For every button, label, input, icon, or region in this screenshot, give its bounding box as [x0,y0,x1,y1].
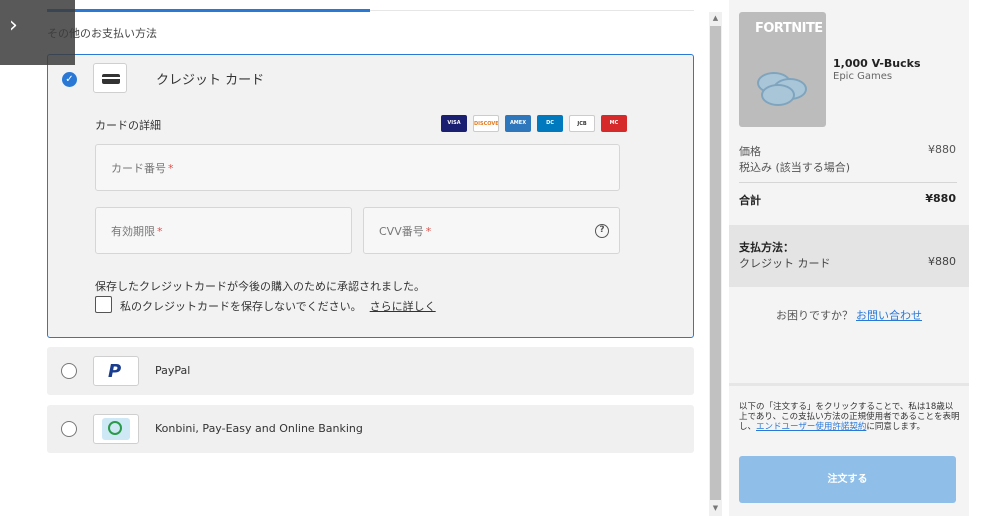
payment-method-summary: 支払方法： クレジット カード ¥880 [729,225,969,287]
dont-save-card-label: 私のクレジットカードを保存しないでください。 さらに詳しく [120,298,436,314]
konbini-radio[interactable] [61,421,77,437]
scroll-down-arrow-icon[interactable]: ▼ [710,502,721,514]
total-label: 合計 [739,194,761,207]
order-terms-panel: 以下の「注文する」をクリックすることで、私は18歳以上であり、この支払い方法の正… [729,383,969,516]
paypal-icon: P [93,356,139,386]
saved-card-note: 保存したクレジットカードが今後の購入のために承認されました。 [95,280,425,293]
step-progress-bar [47,9,370,12]
payment-method-heading: 支払方法： [739,241,794,254]
cvv-placeholder: CVV番号 [379,224,424,238]
eula-link[interactable]: エンドユーザー使用許諾契約 [756,422,866,432]
expiry-field[interactable]: 有効期限 * [95,207,352,254]
card-number-field[interactable]: カード番号 * [95,144,620,191]
fortnite-logo: FORTNITE [755,21,823,36]
credit-card-radio-checked-icon[interactable]: ✓ [62,72,77,87]
card-details-label: カードの詳細 [95,119,161,132]
expiry-placeholder: 有効期限 [111,224,155,238]
amex-icon: AMEX [505,115,531,132]
place-order-button[interactable]: 注文する [739,456,956,503]
visa-icon: VISA [441,115,467,132]
order-summary: FORTNITE 1,000 V-Bucks Epic Games 価格 ¥88… [729,0,969,516]
dont-save-card-checkbox[interactable] [95,296,112,313]
total-value: ¥880 [925,192,956,205]
learn-more-link[interactable]: さらに詳しく [370,300,436,313]
required-mark: * [168,161,174,175]
payment-amount: ¥880 [928,255,956,268]
card-brand-logos: VISA DISCOVER AMEX DC JCB MC [441,115,627,132]
help-text: お困りですか？ お問い合わせ [729,307,969,323]
paypal-radio[interactable] [61,363,77,379]
konbini-label: Konbini, Pay-Easy and Online Banking [155,422,363,435]
terms-text: 以下の「注文する」をクリックすることで、私は18歳以上であり、この支払い方法の正… [739,402,961,432]
payeasy-icon [93,414,139,444]
back-button[interactable]: › [0,0,75,65]
required-mark: * [425,224,432,238]
card-number-placeholder: カード番号 [111,161,166,175]
divider [739,182,957,183]
help-icon[interactable]: ? [595,223,609,238]
scroll-up-arrow-icon[interactable]: ▲ [710,12,721,24]
paypal-label: PayPal [155,364,191,377]
contact-link[interactable]: お問い合わせ [856,309,922,322]
diners-icon: DC [537,115,563,132]
cvv-field[interactable]: CVV番号 * ? [363,207,620,254]
product-publisher: Epic Games [833,71,893,82]
product-thumbnail: FORTNITE [739,12,826,127]
dont-save-card-text: 私のクレジットカードを保存しないでください。 [120,300,362,313]
credit-card-icon [93,63,127,93]
konbini-option[interactable]: Konbini, Pay-Easy and Online Banking [47,405,694,453]
credit-card-option[interactable]: ✓ クレジット カード カードの詳細 VISA DISCOVER AMEX DC… [47,54,694,338]
paypal-option[interactable]: P PayPal [47,347,694,395]
product-name: 1,000 V-Bucks [833,57,921,70]
credit-card-title: クレジット カード [156,73,265,88]
payment-methods-panel: その他のお支払い方法 ✓ クレジット カード カードの詳細 VISA DISCO… [0,0,708,516]
payment-method-name: クレジット カード [739,257,831,270]
tax-note: 税込み (該当する場合) [739,161,851,174]
mastercard-icon: MC [601,115,627,132]
price-value: ¥880 [928,143,956,156]
discover-icon: DISCOVER [473,115,499,132]
scrollbar-thumb[interactable] [710,26,721,500]
terms-suffix: に同意します。 [866,422,926,432]
jcb-icon: JCB [569,115,595,132]
help-question: お困りですか？ [776,309,853,322]
vbucks-coin-icon [761,84,795,106]
chevron-right-icon: › [9,13,18,38]
required-mark: * [157,224,163,238]
price-label: 価格 [739,145,761,158]
